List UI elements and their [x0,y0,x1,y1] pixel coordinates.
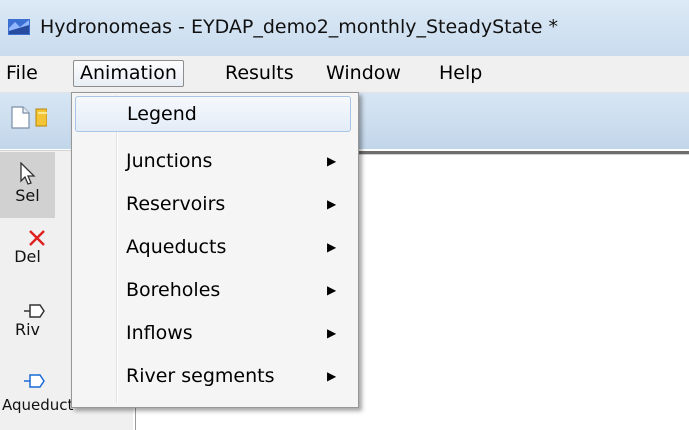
menu-item-river-segments[interactable]: River segments ▶ [75,358,351,394]
pointer-arrow-icon [19,162,36,185]
app-logo-icon [8,19,30,35]
menu-item-reservoirs-label: Reservoirs [126,193,226,215]
animation-dropdown-menu: Legend Junctions ▶ Reservoirs ▶ Aqueduct… [71,92,359,408]
open-folder-icon[interactable] [35,107,47,128]
menu-item-aqueducts-label: Aqueducts [126,236,227,258]
menu-animation[interactable]: Animation [73,60,184,87]
menu-item-junctions[interactable]: Junctions ▶ [75,143,351,179]
tool-aqueduct-label: Aqueduct [2,396,74,414]
tool-delete[interactable]: Del [0,226,55,286]
tool-river-label: Riv [14,320,41,339]
menu-item-junctions-label: Junctions [126,150,213,172]
tool-aqueduct[interactable]: Aqueduct [0,370,74,430]
menu-window[interactable]: Window [320,60,407,87]
menu-item-aqueducts[interactable]: Aqueducts ▶ [75,229,351,265]
menu-item-river-segments-label: River segments [126,365,275,387]
window-title: Hydronomeas - EYDAP_demo2_monthly_Steady… [40,16,558,38]
menu-item-boreholes[interactable]: Boreholes ▶ [75,272,351,308]
submenu-arrow-icon: ▶ [327,369,337,383]
red-x-icon [29,230,45,246]
menu-item-inflows-label: Inflows [126,322,193,344]
tool-delete-label: Del [14,247,41,266]
submenu-arrow-icon: ▶ [327,326,337,340]
submenu-arrow-icon: ▶ [327,197,337,211]
title-bar: Hydronomeas - EYDAP_demo2_monthly_Steady… [0,0,689,56]
river-node-icon [24,304,45,318]
menu-help[interactable]: Help [433,60,488,87]
aqueduct-node-icon [24,374,45,388]
menu-item-legend[interactable]: Legend [75,96,351,132]
menu-bar: File Animation Results Window Help [0,56,689,93]
submenu-arrow-icon: ▶ [327,240,337,254]
submenu-arrow-icon: ▶ [327,283,337,297]
menu-item-inflows[interactable]: Inflows ▶ [75,315,351,351]
tool-select-label: Sel [15,186,40,205]
menu-results[interactable]: Results [219,60,300,87]
tool-select[interactable]: Sel [0,152,55,218]
submenu-arrow-icon: ▶ [327,154,337,168]
menu-item-boreholes-label: Boreholes [126,279,221,301]
new-document-icon[interactable] [11,106,30,129]
tool-river[interactable]: Riv [0,300,55,360]
menu-file[interactable]: File [0,60,44,87]
menu-item-reservoirs[interactable]: Reservoirs ▶ [75,186,351,222]
menu-item-legend-label: Legend [127,103,197,125]
